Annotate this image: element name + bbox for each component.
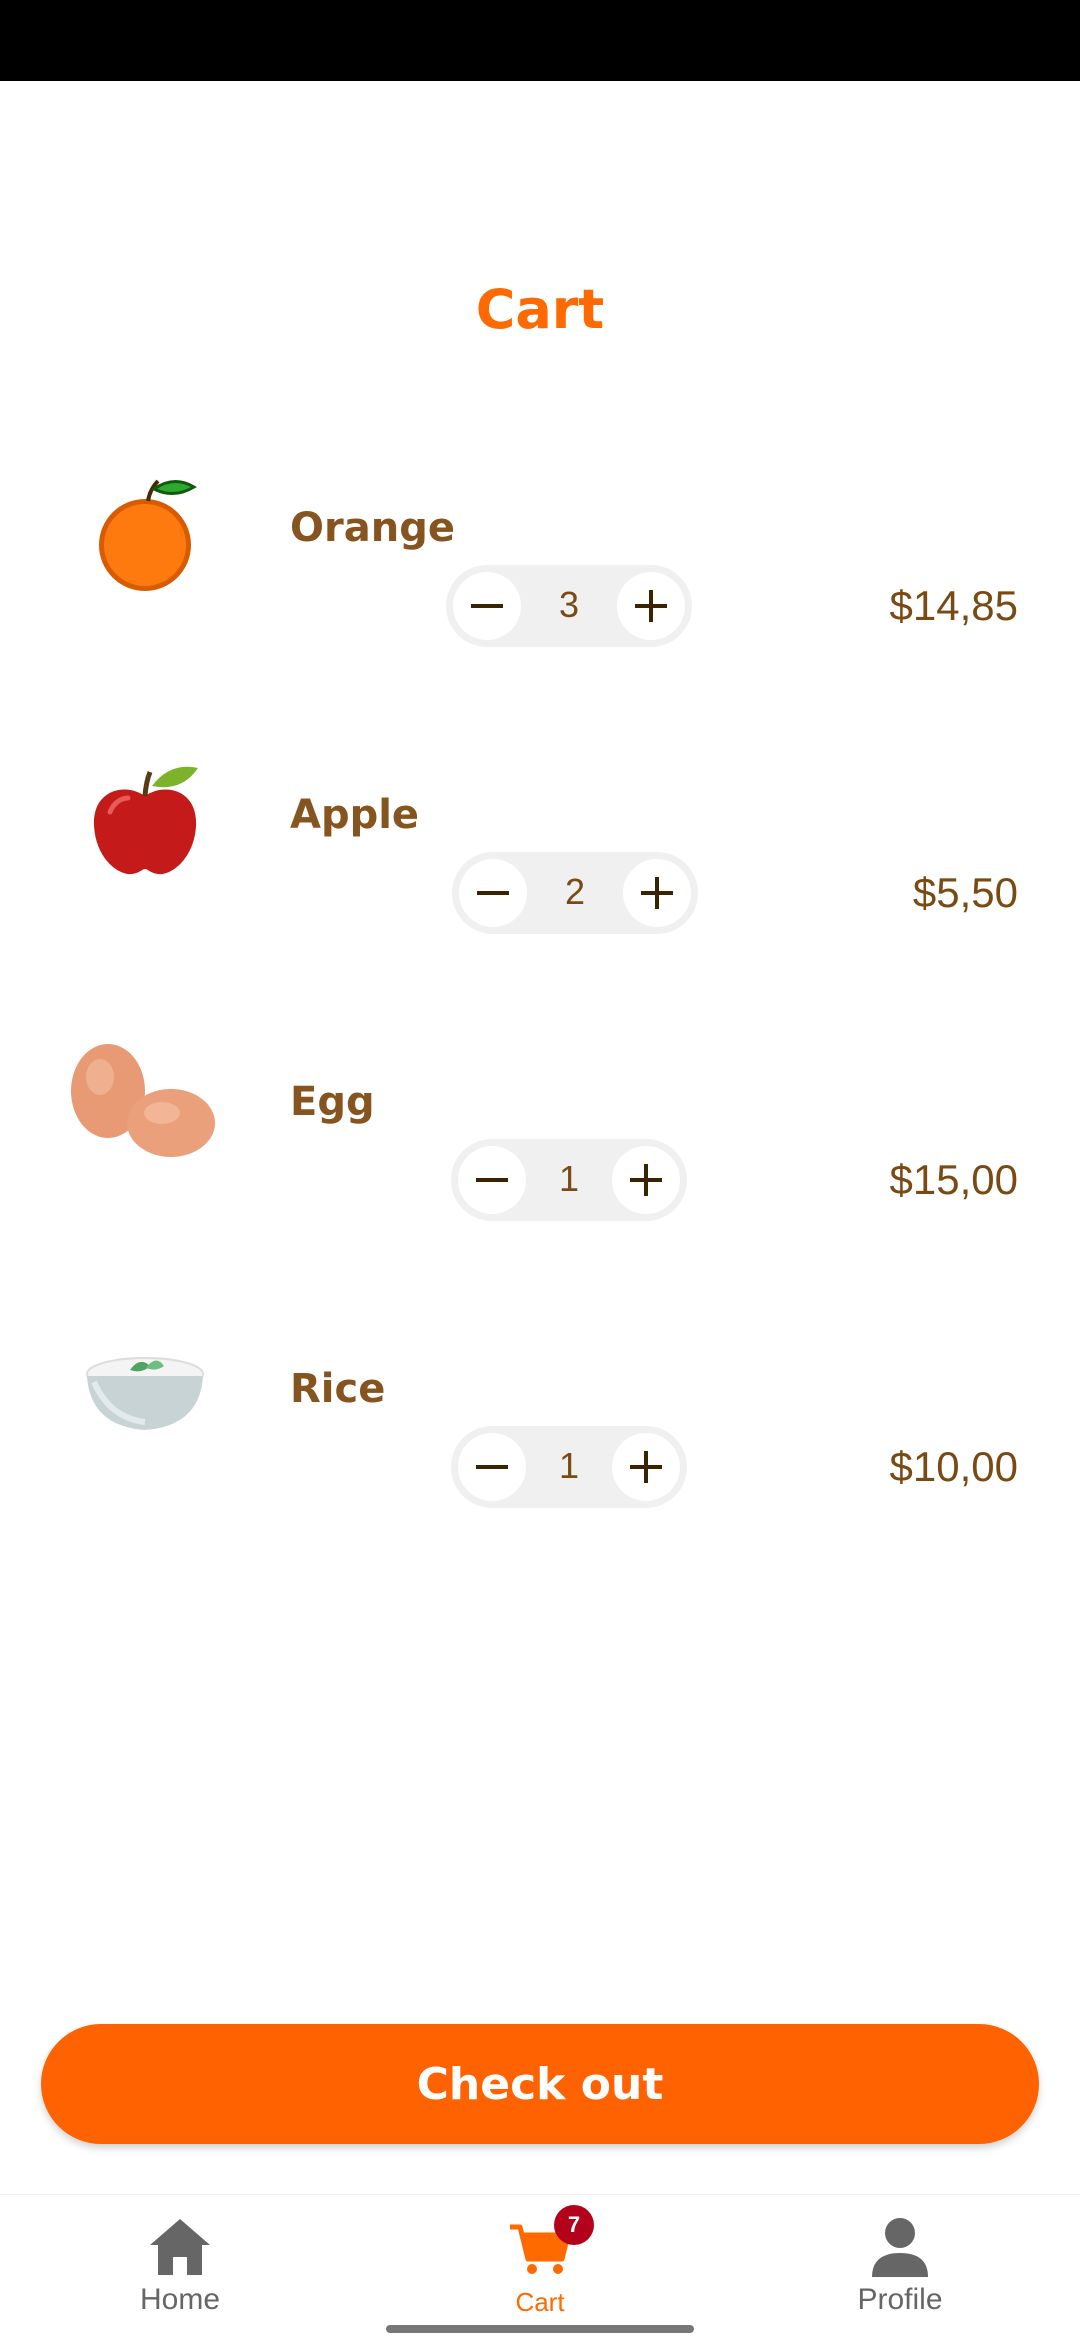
plus-icon <box>641 877 673 909</box>
plus-icon <box>630 1451 662 1483</box>
minus-icon <box>477 891 509 895</box>
nav-item-home[interactable]: Home <box>0 2195 360 2340</box>
minus-icon <box>471 604 503 608</box>
quantity-stepper: 2 <box>452 852 698 934</box>
item-name: Apple <box>290 792 420 838</box>
status-bar <box>0 0 1080 81</box>
item-name: Egg <box>290 1079 375 1125</box>
decrease-button[interactable] <box>459 859 527 927</box>
minus-icon <box>476 1465 508 1469</box>
plus-icon <box>635 590 667 622</box>
cart-item-orange: Orange 3 $14,85 <box>0 465 1080 647</box>
home-icon <box>146 2213 214 2281</box>
eggs-icon <box>70 1039 220 1189</box>
increase-button[interactable] <box>623 859 691 927</box>
nav-item-cart[interactable]: 7 Cart <box>360 2195 720 2340</box>
item-price: $5,50 <box>912 869 1018 916</box>
decrease-button[interactable] <box>453 572 521 640</box>
bottom-navigation: Home 7 Cart Profile <box>0 2194 1080 2340</box>
checkout-button[interactable]: Check out <box>41 2024 1039 2144</box>
cart-item-rice: Rice 1 $10,00 <box>0 1326 1080 1508</box>
orange-icon <box>70 465 220 615</box>
quantity-stepper: 1 <box>451 1426 687 1508</box>
quantity-stepper: 1 <box>451 1139 687 1221</box>
quantity-stepper: 3 <box>446 565 692 647</box>
increase-button[interactable] <box>612 1146 680 1214</box>
increase-button[interactable] <box>612 1433 680 1501</box>
item-price: $14,85 <box>889 582 1018 629</box>
nav-label: Cart <box>515 2287 565 2317</box>
apple-icon <box>70 752 220 902</box>
nav-item-profile[interactable]: Profile <box>720 2195 1080 2340</box>
cart-count-badge: 7 <box>554 2205 594 2245</box>
minus-icon <box>476 1178 508 1182</box>
profile-icon <box>866 2213 934 2281</box>
item-name: Rice <box>290 1366 386 1412</box>
item-price: $15,00 <box>889 1156 1018 1203</box>
decrease-button[interactable] <box>458 1146 526 1214</box>
item-name: Orange <box>290 505 455 551</box>
item-price: $10,00 <box>889 1443 1018 1490</box>
cart-item-egg: Egg 1 $15,00 <box>0 1039 1080 1221</box>
home-indicator[interactable] <box>386 2325 694 2333</box>
plus-icon <box>630 1164 662 1196</box>
page-title: Cart <box>475 278 605 341</box>
cart-item-apple: Apple 2 $5,50 <box>0 752 1080 934</box>
rice-bowl-icon <box>70 1326 220 1476</box>
increase-button[interactable] <box>617 572 685 640</box>
decrease-button[interactable] <box>458 1433 526 1501</box>
nav-label: Profile <box>857 2283 943 2316</box>
nav-label: Home <box>139 2283 221 2316</box>
